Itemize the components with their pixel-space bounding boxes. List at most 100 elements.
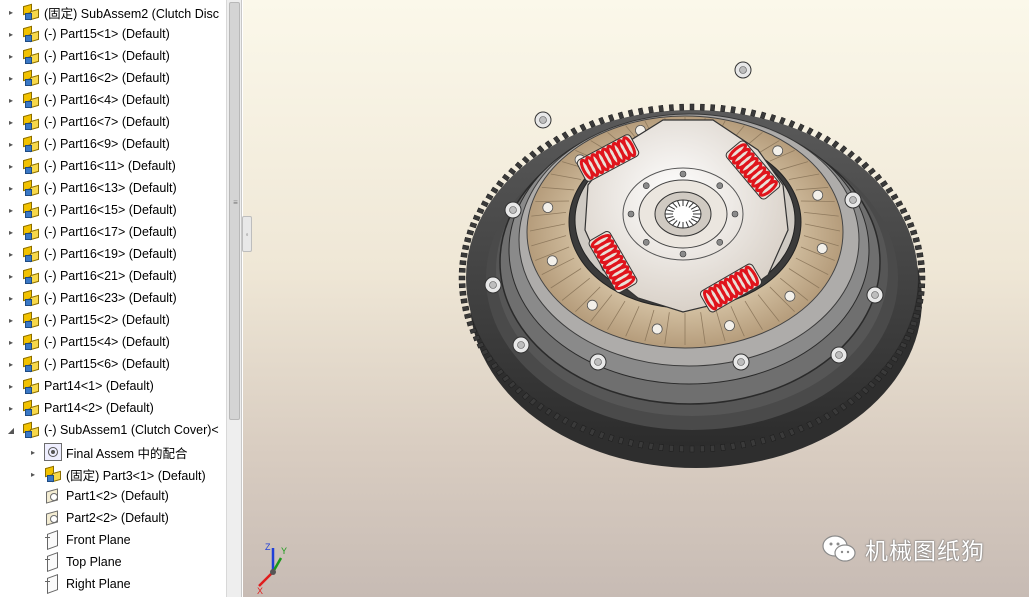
expand-arrow-icon[interactable]: ▸ — [6, 89, 16, 111]
gear-tooth — [627, 109, 634, 117]
gear-tooth — [472, 214, 481, 222]
rivet-hole — [651, 323, 663, 335]
panel-splitter-handle[interactable]: ◦ — [242, 216, 252, 252]
tree-item[interactable]: Part2<2> (Default) — [28, 507, 169, 529]
tree-item-label: (-) Part16<21> (Default) — [44, 269, 177, 283]
expand-arrow-icon[interactable]: ▸ — [6, 397, 16, 419]
expand-arrow-icon — [28, 507, 38, 529]
expand-arrow-icon[interactable]: ▸ — [6, 309, 16, 331]
tree-item[interactable]: Part1<2> (Default) — [28, 485, 169, 507]
rivet-hole — [812, 189, 824, 201]
expand-arrow-icon[interactable]: ▸ — [6, 331, 16, 353]
tree-item[interactable]: ▸ (-) Part16<13> (Default) — [6, 177, 177, 199]
tree-item[interactable]: ▸ (-) Part16<7> (Default) — [6, 111, 170, 133]
tree-item[interactable]: ▸ (-) Part16<2> (Default) — [6, 67, 170, 89]
tree-scroll-thumb[interactable]: ≡ — [229, 2, 240, 420]
expand-arrow-icon — [28, 529, 38, 551]
tree-item[interactable]: ▸ (-) Part16<23> (Default) — [6, 287, 177, 309]
expand-arrow-icon[interactable]: ▸ — [28, 463, 38, 485]
gear-tooth — [918, 275, 926, 281]
expand-arrow-icon — [28, 573, 38, 595]
expand-arrow-icon[interactable]: ▸ — [6, 243, 16, 265]
tree-item-label: (-) Part16<19> (Default) — [44, 247, 177, 261]
tree-item[interactable]: Front Plane — [28, 529, 131, 551]
tree-item[interactable]: ▸ (-) Part16<11> (Default) — [6, 155, 176, 177]
expand-arrow-icon[interactable]: ▸ — [6, 67, 16, 89]
expand-arrow-icon[interactable]: ▸ — [6, 133, 16, 155]
tree-item-label: (-) Part16<17> (Default) — [44, 225, 177, 239]
tree-item[interactable]: ▸ Final Assem 中的配合 — [28, 441, 188, 463]
gear-tooth — [903, 214, 912, 222]
tree-item-label: (-) Part16<1> (Default) — [44, 49, 170, 63]
tree-item[interactable]: ▸ (-) Part16<4> (Default) — [6, 89, 170, 111]
expand-arrow-icon[interactable]: ▸ — [6, 353, 16, 375]
tree-item[interactable]: ▸ (-) Part15<6> (Default) — [6, 353, 170, 375]
rivet-hole — [816, 243, 828, 254]
expand-arrow-icon[interactable]: ▸ — [28, 441, 38, 463]
tree-item-label: Part1<2> (Default) — [66, 489, 169, 503]
assembly-part-icon — [22, 47, 40, 65]
expand-arrow-icon[interactable]: ▸ — [6, 1, 16, 23]
expand-arrow-icon[interactable]: ▸ — [6, 375, 16, 397]
tree-item[interactable]: ▸ Part14<1> (Default) — [6, 375, 154, 397]
triad-x-label: X — [257, 586, 263, 594]
expand-arrow-icon[interactable]: ▸ — [6, 221, 16, 243]
expand-arrow-icon[interactable]: ▸ — [6, 155, 16, 177]
tree-item[interactable]: ▸ (-) Part16<1> (Default) — [6, 45, 170, 67]
feature-manager-tree: ▸ (固定) SubAssem2 (Clutch Disc ▸ (-) Part15<… — [0, 0, 242, 597]
tree-item[interactable]: ▸ (-) Part16<15> (Default) — [6, 199, 177, 221]
tree-item[interactable]: ▸ (-) Part16<19> (Default) — [6, 243, 177, 265]
graphics-viewport[interactable]: Z Y X 机械图纸狗 — [243, 0, 1029, 597]
gear-tooth — [710, 444, 716, 452]
gear-tooth — [867, 167, 876, 176]
tree-item-label: Part2<2> (Default) — [66, 511, 169, 525]
tree-item[interactable]: ▸ Part14<2> (Default) — [6, 397, 154, 419]
gear-tooth — [916, 298, 924, 304]
tree-item[interactable]: ▸ (固定) Part3<1> (Default) — [28, 463, 206, 485]
assembly-part-icon — [22, 91, 40, 109]
expand-arrow-icon[interactable]: ▸ — [6, 287, 16, 309]
tree-item-label: (-) Part15<1> (Default) — [44, 27, 170, 41]
assembly-part-icon — [22, 223, 40, 241]
gear-tooth — [464, 237, 472, 243]
gear-tooth — [730, 106, 736, 114]
tree-item[interactable]: ▸ (-) Part16<9> (Default) — [6, 133, 170, 155]
expand-arrow-icon[interactable]: ▸ — [6, 111, 16, 133]
clutch-assembly-model[interactable] — [243, 0, 1029, 597]
tree-item-label: Right Plane — [66, 577, 131, 591]
gear-tooth — [912, 237, 920, 243]
tree-item[interactable]: ▸ (-) Part15<4> (Default) — [6, 331, 170, 353]
gear-tooth — [769, 114, 777, 122]
tree-item-label: (-) Part16<15> (Default) — [44, 203, 177, 217]
plane-icon — [44, 573, 62, 595]
gear-tooth — [648, 106, 654, 114]
tree-item[interactable]: ▸ (-) Part16<21> (Default) — [6, 265, 177, 287]
tree-item[interactable]: ▸ (-) Part16<17> (Default) — [6, 221, 177, 243]
tree-item[interactable]: ▸ (固定) SubAssem2 (Clutch Disc — [6, 1, 219, 23]
expand-arrow-icon[interactable]: ▸ — [6, 23, 16, 45]
watermark-text: 机械图纸狗 — [865, 539, 985, 565]
watermark: 机械图纸狗 — [821, 532, 985, 566]
gear-tooth — [730, 442, 736, 450]
gear-tooth — [750, 109, 757, 117]
tree-item-label: (-) Part16<13> (Default) — [44, 181, 177, 195]
tree-item[interactable]: ▸ (-) Part15<1> (Default) — [6, 23, 170, 45]
tree-item[interactable]: ◢ (-) SubAssem1 (Clutch Cover)< — [6, 419, 219, 441]
tree-scrollbar[interactable]: ≡ — [226, 0, 241, 597]
tree-item-label: Part14<1> (Default) — [44, 379, 154, 393]
expand-arrow-icon[interactable]: ▸ — [6, 177, 16, 199]
expand-arrow-icon[interactable]: ▸ — [6, 265, 16, 287]
triad-y-label: Y — [281, 546, 287, 556]
tree-item[interactable]: ▸ (-) Part15<2> (Default) — [6, 309, 170, 331]
expand-arrow-icon[interactable]: ▸ — [6, 45, 16, 67]
expand-arrow-icon[interactable]: ▸ — [6, 199, 16, 221]
collapse-arrow-icon[interactable]: ◢ — [6, 419, 16, 441]
gear-tooth — [466, 229, 475, 236]
tree-item[interactable]: Right Plane — [28, 573, 131, 595]
tree-item[interactable]: Top Plane — [28, 551, 122, 573]
triad-z-label: Z — [265, 542, 271, 552]
gear-tooth — [917, 290, 925, 296]
gear-tooth — [779, 116, 786, 125]
gear-tooth — [464, 313, 472, 319]
gear-tooth — [598, 116, 605, 125]
